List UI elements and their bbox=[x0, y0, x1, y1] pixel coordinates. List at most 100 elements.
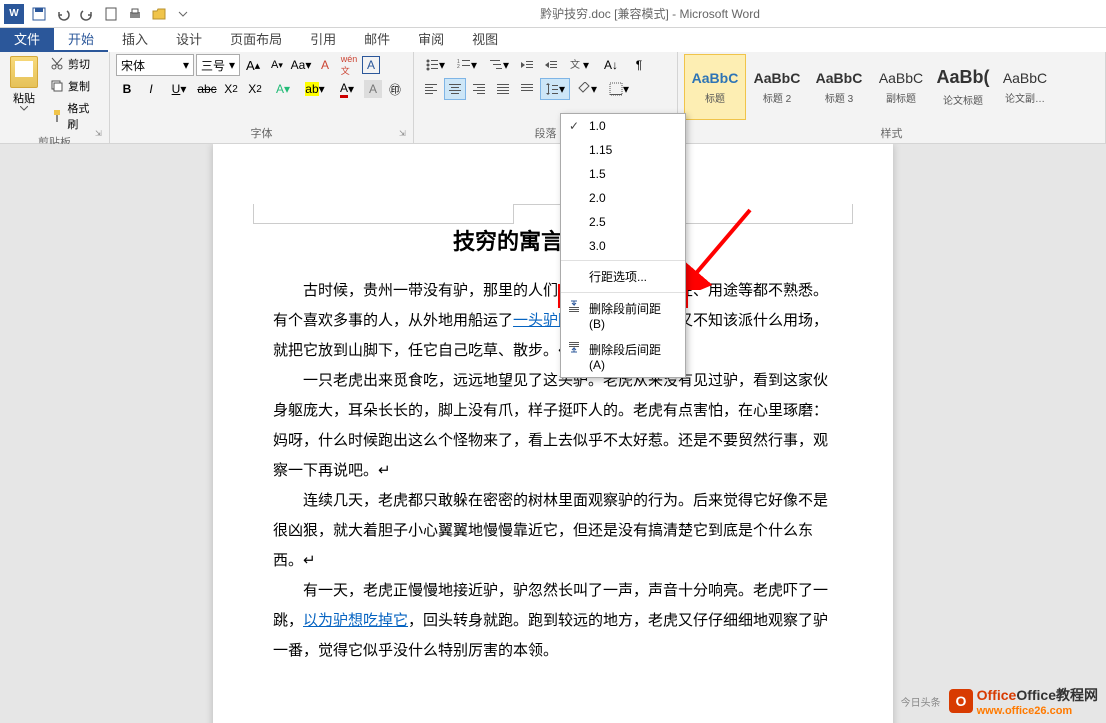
remove-space-before[interactable]: 删除段前间距(B) bbox=[561, 295, 685, 336]
remove-space-after[interactable]: 删除段后间距(A) bbox=[561, 336, 685, 377]
phonetic-guide-button[interactable]: wén文 bbox=[338, 54, 360, 76]
spacing-3-0[interactable]: 3.0 bbox=[561, 234, 685, 258]
space-before-icon bbox=[567, 299, 581, 313]
style-h3[interactable]: AaBbC标题 3 bbox=[808, 54, 870, 120]
style-paper-title[interactable]: AaBb(论文标题 bbox=[932, 54, 994, 120]
quick-access-toolbar bbox=[28, 3, 194, 25]
tab-layout[interactable]: 页面布局 bbox=[216, 28, 296, 52]
numbering-icon: 12 bbox=[457, 58, 471, 72]
style-title[interactable]: AaBbC标题 bbox=[684, 54, 746, 120]
align-distribute-button[interactable] bbox=[516, 78, 538, 100]
styles-group-label: 样式 bbox=[684, 125, 1099, 143]
borders-button[interactable]: ▾ bbox=[604, 78, 634, 100]
increase-indent-button[interactable] bbox=[540, 54, 562, 76]
spacing-2-0[interactable]: 2.0 bbox=[561, 186, 685, 210]
font-color-button[interactable]: A▾ bbox=[332, 78, 362, 100]
spacing-1-0[interactable]: ✓1.0 bbox=[561, 114, 685, 138]
undo-icon[interactable] bbox=[52, 3, 74, 25]
grow-font-button[interactable]: A▴ bbox=[242, 54, 264, 76]
spacing-options[interactable]: 行距选项... bbox=[561, 263, 685, 290]
highlight-button[interactable]: ab▾ bbox=[300, 78, 330, 100]
open-icon[interactable] bbox=[148, 3, 170, 25]
align-left-button[interactable] bbox=[420, 78, 442, 100]
bullets-button[interactable]: ▾ bbox=[420, 54, 450, 76]
tab-references[interactable]: 引用 bbox=[296, 28, 350, 52]
line-spacing-button[interactable]: ▾ bbox=[540, 78, 570, 100]
tab-mailings[interactable]: 邮件 bbox=[350, 28, 404, 52]
word-app-icon: W bbox=[4, 4, 24, 24]
bullets-icon bbox=[425, 58, 439, 72]
style-subtitle[interactable]: AaBbC副标题 bbox=[870, 54, 932, 120]
svg-text:2: 2 bbox=[457, 64, 460, 70]
align-center-button[interactable] bbox=[444, 78, 466, 100]
svg-text:O: O bbox=[955, 693, 966, 709]
tab-review[interactable]: 审阅 bbox=[404, 28, 458, 52]
cut-button[interactable]: 剪切 bbox=[46, 54, 103, 74]
watermark-brand-head: 今日头条 bbox=[901, 694, 941, 709]
shrink-font-button[interactable]: A▾ bbox=[266, 54, 288, 76]
align-right-button[interactable] bbox=[468, 78, 490, 100]
enclose-char-button[interactable]: ㊞ bbox=[384, 78, 406, 100]
qat-customize-icon[interactable] bbox=[172, 3, 194, 25]
watermark-brand: Office教程网 bbox=[1016, 687, 1098, 703]
doc-para-3[interactable]: 连续几天，老虎都只敢躲在密密的树林里面观察驴的行为。后来觉得它好像不是很凶狠，就… bbox=[273, 486, 833, 576]
strike-button[interactable]: abc bbox=[196, 78, 218, 100]
spacing-1-15[interactable]: 1.15 bbox=[561, 138, 685, 162]
clipboard-dialog-launcher[interactable]: ⇲ bbox=[95, 129, 107, 141]
doc-para-4[interactable]: 有一天，老虎正慢慢地接近驴，驴忽然长叫了一声，声音十分响亮。老虎吓了一跳，以为驴… bbox=[273, 576, 833, 666]
redo-icon[interactable] bbox=[76, 3, 98, 25]
paste-button[interactable]: 粘贴 bbox=[6, 54, 42, 134]
doc-body[interactable]: 古时候，贵州一带没有驴，那里的人们对于驴的相貌、习性、用途等都不熟悉。有个喜欢多… bbox=[273, 276, 833, 666]
decrease-indent-button[interactable] bbox=[516, 54, 538, 76]
tab-view[interactable]: 视图 bbox=[458, 28, 512, 52]
multilevel-list-button[interactable]: ▾ bbox=[484, 54, 514, 76]
tab-insert[interactable]: 插入 bbox=[108, 28, 162, 52]
space-after-icon bbox=[567, 340, 581, 354]
doc-link-2[interactable]: 以为驴想吃掉它 bbox=[303, 613, 408, 629]
italic-button[interactable]: I bbox=[140, 78, 162, 100]
style-paper-sub[interactable]: AaBbC论文副… bbox=[994, 54, 1056, 120]
sort-button[interactable]: A↓ bbox=[596, 54, 626, 76]
new-doc-icon[interactable] bbox=[100, 3, 122, 25]
spacing-1-5[interactable]: 1.5 bbox=[561, 162, 685, 186]
save-icon[interactable] bbox=[28, 3, 50, 25]
tab-file[interactable]: 文件 bbox=[0, 28, 54, 52]
subscript-button[interactable]: X2 bbox=[220, 78, 242, 100]
numbering-button[interactable]: 12▾ bbox=[452, 54, 482, 76]
styles-gallery: AaBbC标题 AaBbC标题 2 AaBbC标题 3 AaBbC副标题 AaB… bbox=[684, 54, 1099, 120]
clear-format-button[interactable]: A bbox=[314, 54, 336, 76]
chevron-down-icon bbox=[20, 106, 28, 111]
show-marks-button[interactable]: ¶ bbox=[628, 54, 650, 76]
doc-para-2[interactable]: 一只老虎出来觅食吃，远远地望见了这头驴。老虎从来没有见过驴，看到这家伙身躯庞大，… bbox=[273, 366, 833, 486]
font-group-label: 字体 bbox=[116, 125, 407, 143]
check-icon: ✓ bbox=[569, 119, 579, 133]
spacing-2-5[interactable]: 2.5 bbox=[561, 210, 685, 234]
svg-text:文: 文 bbox=[570, 58, 580, 71]
doc-para-1[interactable]: 古时候，贵州一带没有驴，那里的人们对于驴的相貌、习性、用途等都不熟悉。有个喜欢多… bbox=[273, 276, 833, 366]
align-justify-button[interactable] bbox=[492, 78, 514, 100]
font-name-selector[interactable]: 宋体▾ bbox=[116, 54, 194, 76]
font-dialog-launcher[interactable]: ⇲ bbox=[399, 129, 411, 141]
shading-button[interactable]: ▾ bbox=[572, 78, 602, 100]
char-border-button[interactable]: A bbox=[362, 56, 380, 74]
borders-icon bbox=[609, 82, 623, 96]
text-effects-button[interactable]: A▾ bbox=[268, 78, 298, 100]
char-shading-button[interactable]: A bbox=[364, 80, 382, 98]
style-h2[interactable]: AaBbC标题 2 bbox=[746, 54, 808, 120]
align-justify-icon bbox=[496, 82, 510, 96]
change-case-button[interactable]: Aa▾ bbox=[290, 54, 312, 76]
copy-button[interactable]: 复制 bbox=[46, 76, 103, 96]
group-styles: AaBbC标题 AaBbC标题 2 AaBbC标题 3 AaBbC副标题 AaB… bbox=[678, 52, 1106, 143]
superscript-button[interactable]: X2 bbox=[244, 78, 266, 100]
text-dir-icon: 文 bbox=[569, 58, 583, 72]
print-icon[interactable] bbox=[124, 3, 146, 25]
text-direction-button[interactable]: 文▾ bbox=[564, 54, 594, 76]
font-size-selector[interactable]: 三号▾ bbox=[196, 54, 240, 76]
paste-label: 粘贴 bbox=[13, 90, 35, 106]
tab-design[interactable]: 设计 bbox=[162, 28, 216, 52]
menu-separator bbox=[561, 260, 685, 261]
bold-button[interactable]: B bbox=[116, 78, 138, 100]
tab-home[interactable]: 开始 bbox=[54, 28, 108, 52]
document-page[interactable]: 技穷的寓言故事↵ 古时候，贵州一带没有驴，那里的人们对于驴的相貌、习性、用途等都… bbox=[213, 144, 893, 723]
underline-button[interactable]: U▾ bbox=[164, 78, 194, 100]
